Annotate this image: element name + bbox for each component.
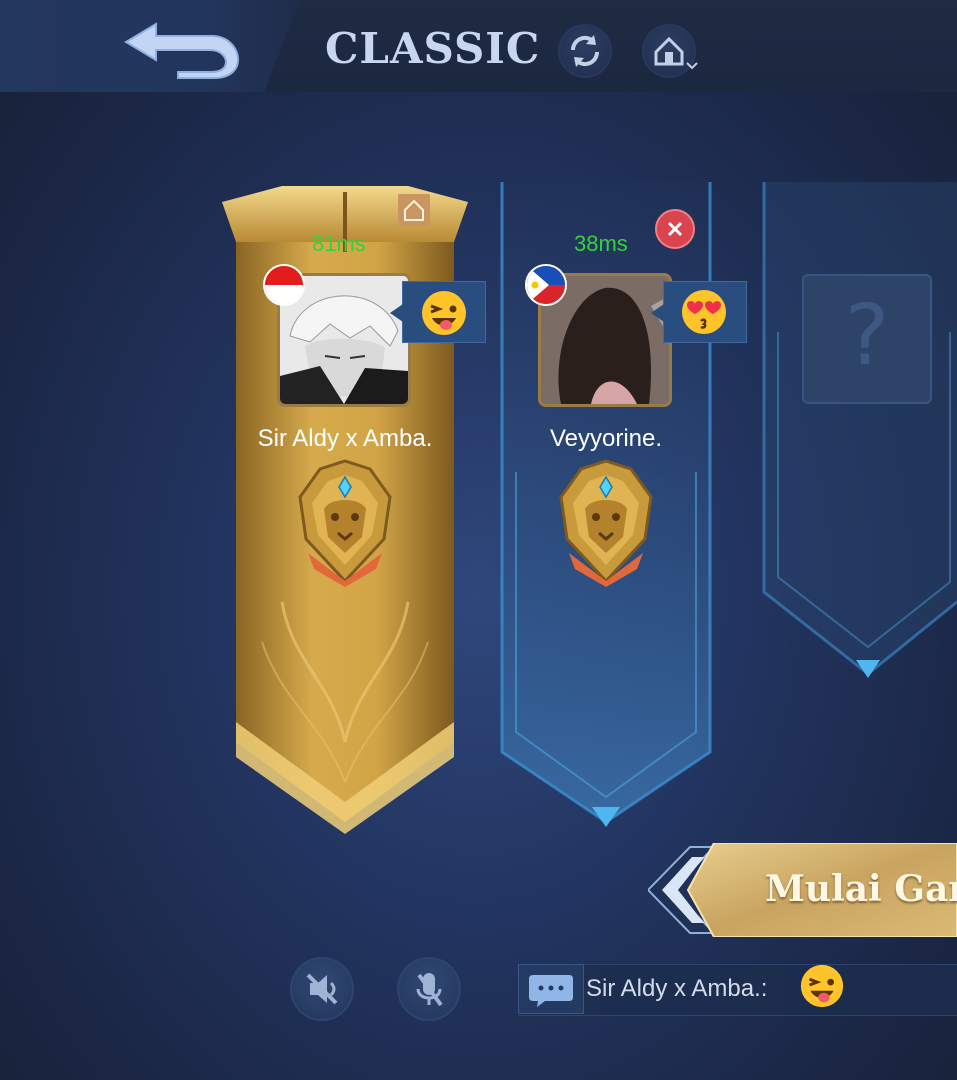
mic-mute-button[interactable] [397, 957, 461, 1021]
winking-tongue-emoji-icon [422, 291, 466, 335]
close-icon [667, 221, 683, 237]
speaker-muted-icon [306, 973, 338, 1005]
back-arrow-icon [124, 22, 240, 79]
emote-bubble [390, 281, 486, 343]
refresh-icon [570, 35, 600, 67]
back-button[interactable] [118, 12, 248, 82]
host-home-icon [398, 194, 430, 226]
empty-slot[interactable]: ? [760, 182, 957, 682]
top-bar: CLASSIC [0, 0, 957, 92]
chat-last-message: Sir Aldy x Amba.: [586, 975, 768, 1002]
emote-bubble [651, 281, 747, 343]
question-mark: ? [844, 286, 890, 384]
start-game-label: Mulai Gam [765, 868, 957, 910]
home-privacy-button[interactable] [642, 24, 698, 78]
philippines-flag-icon [525, 264, 567, 306]
chat-button[interactable] [518, 964, 584, 1014]
player-name: Sir Aldy x Amba. [257, 425, 433, 452]
heart-eyes-emoji-icon [682, 290, 726, 334]
kick-player-button[interactable] [655, 209, 695, 249]
ping-indicator: 81ms [312, 231, 366, 256]
home-icon [654, 36, 698, 70]
ping-indicator: 38ms [574, 231, 628, 256]
lion-rank-badge-icon [298, 459, 392, 587]
page-title: CLASSIC [325, 24, 541, 73]
indonesia-flag-icon [263, 264, 305, 306]
empty-banner [762, 182, 957, 678]
winking-tongue-emoji-icon [800, 964, 844, 1008]
chat-bubble-icon [529, 975, 573, 1007]
refresh-button[interactable] [558, 24, 612, 78]
microphone-muted-icon [416, 973, 443, 1007]
empty-avatar-placeholder: ? [802, 274, 932, 404]
player-name: Veyyorine. [549, 425, 663, 452]
lion-rank-badge-icon [559, 459, 653, 587]
speaker-mute-button[interactable] [290, 957, 354, 1021]
